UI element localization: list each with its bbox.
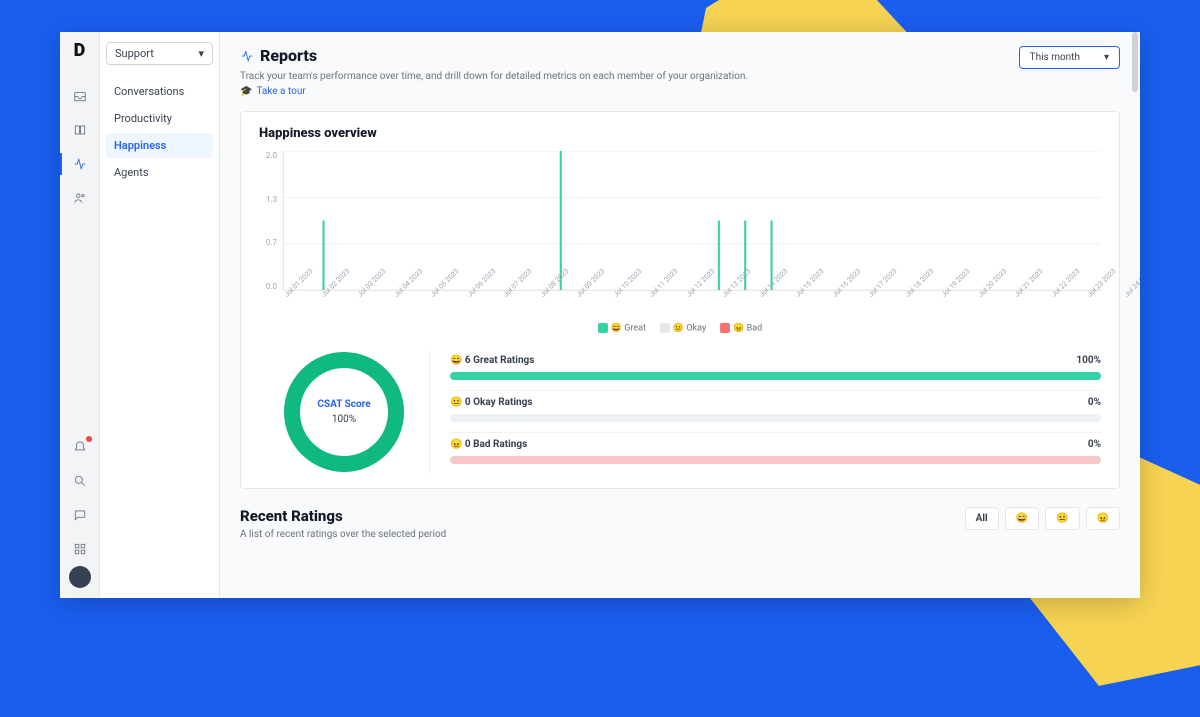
take-tour-link[interactable]: 🎓 Take a tour bbox=[240, 86, 306, 97]
recent-subtitle: A list of recent ratings over the select… bbox=[240, 529, 446, 540]
rating-distribution: 😄 6 Great Ratings100% 😐 0 Okay Ratings0%… bbox=[429, 349, 1101, 474]
users-icon[interactable] bbox=[60, 181, 100, 215]
chart-legend: 😄 Great 😐 Okay 😠 Bad bbox=[259, 323, 1101, 333]
rating-filters: All 😄 😐 😠 bbox=[965, 507, 1120, 530]
filter-all[interactable]: All bbox=[965, 507, 999, 530]
chart-x-axis: Jul 01 2023Jul 02 2023Jul 03 2023Jul 04 … bbox=[283, 293, 1101, 319]
dist-row-great: 😄 6 Great Ratings100% bbox=[450, 349, 1101, 391]
chevron-down-icon: ▾ bbox=[1104, 52, 1109, 63]
activity-icon bbox=[240, 49, 254, 63]
dist-row-bad: 😠 0 Bad Ratings0% bbox=[450, 433, 1101, 474]
csat-value: 100% bbox=[332, 414, 356, 425]
period-selector[interactable]: This month ▾ bbox=[1019, 46, 1120, 69]
notification-badge bbox=[86, 436, 92, 442]
subnav-item-productivity[interactable]: Productivity bbox=[106, 106, 213, 131]
chat-icon[interactable] bbox=[60, 498, 100, 532]
take-tour-label: Take a tour bbox=[256, 86, 305, 97]
page-title-text: Reports bbox=[260, 46, 317, 65]
legend-item-great[interactable]: 😄 Great bbox=[598, 323, 646, 333]
tour-icon: 🎓 bbox=[240, 86, 252, 97]
scrollbar[interactable] bbox=[1130, 32, 1138, 598]
distribution-section: CSAT Score 100% 😄 6 Great Ratings100% 😐 … bbox=[259, 349, 1101, 474]
user-avatar[interactable] bbox=[69, 566, 91, 588]
recent-title: Recent Ratings bbox=[240, 507, 446, 525]
team-selector-label: Support bbox=[115, 47, 154, 60]
search-icon[interactable] bbox=[60, 464, 100, 498]
app-window: D Support ▾ ConversationsProductivityHap… bbox=[60, 32, 1140, 598]
app-logo: D bbox=[74, 40, 86, 61]
chevron-down-icon: ▾ bbox=[198, 47, 204, 60]
y-tick: 1.3 bbox=[259, 195, 277, 204]
y-tick: 0.7 bbox=[259, 238, 277, 247]
team-selector[interactable]: Support ▾ bbox=[106, 42, 213, 65]
main-content: Reports Track your team's performance ov… bbox=[220, 32, 1140, 598]
page-title: Reports bbox=[240, 46, 748, 65]
book-icon[interactable] bbox=[60, 113, 100, 147]
period-selector-label: This month bbox=[1030, 52, 1080, 63]
csat-label: CSAT Score bbox=[317, 399, 370, 410]
overview-title: Happiness overview bbox=[259, 126, 1101, 141]
subnav-item-conversations[interactable]: Conversations bbox=[106, 79, 213, 104]
inbox-icon[interactable] bbox=[60, 79, 100, 113]
filter-emoji-3[interactable]: 😠 bbox=[1086, 507, 1120, 530]
filter-emoji-2[interactable]: 😐 bbox=[1045, 507, 1079, 530]
filter-emoji-1[interactable]: 😄 bbox=[1005, 507, 1039, 530]
chart-plot-area bbox=[283, 151, 1101, 291]
y-tick: 0.0 bbox=[259, 282, 277, 291]
icon-rail: D bbox=[60, 32, 100, 598]
page-header: Reports Track your team's performance ov… bbox=[240, 46, 1120, 97]
y-tick: 2.0 bbox=[259, 151, 277, 160]
subnav-item-happiness[interactable]: Happiness bbox=[106, 133, 213, 158]
chart-y-axis: 2.0 1.3 0.7 0.0 bbox=[259, 151, 283, 291]
apps-icon[interactable] bbox=[60, 532, 100, 566]
legend-item-bad[interactable]: 😠 Bad bbox=[720, 323, 762, 333]
notifications-icon[interactable] bbox=[60, 430, 100, 464]
sub-navigation: Support ▾ ConversationsProductivityHappi… bbox=[100, 32, 220, 598]
page-subtitle: Track your team's performance over time,… bbox=[240, 71, 748, 82]
happiness-overview-card: Happiness overview 2.0 1.3 0.7 0.0 Jul 01 2… bbox=[240, 111, 1120, 489]
csat-donut: CSAT Score 100% bbox=[259, 349, 429, 474]
activity-icon[interactable] bbox=[60, 147, 100, 181]
legend-item-okay[interactable]: 😐 Okay bbox=[660, 323, 706, 333]
subnav-item-agents[interactable]: Agents bbox=[106, 160, 213, 185]
recent-ratings-header: Recent Ratings A list of recent ratings … bbox=[240, 507, 1120, 540]
dist-row-okay: 😐 0 Okay Ratings0% bbox=[450, 391, 1101, 433]
